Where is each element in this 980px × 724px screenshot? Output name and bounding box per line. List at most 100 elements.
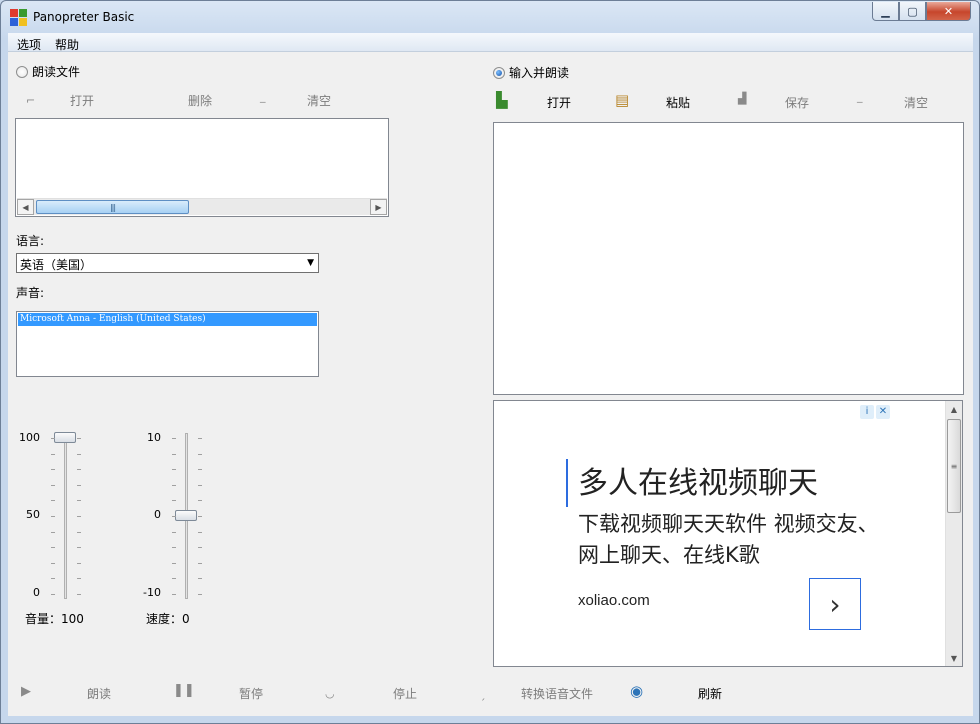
- ad-info-icon[interactable]: i: [860, 405, 874, 419]
- main-panel: 朗读文件 ⌐ 打开 删除 _ 清空 ◀ ||| ▶ 语言: 英语（美国） ▼ 声…: [8, 52, 973, 716]
- language-value: 英语（美国）: [20, 258, 93, 272]
- play-icon: ▶: [21, 684, 31, 699]
- clear-files-button[interactable]: 清空: [307, 92, 331, 109]
- voice-list[interactable]: Microsoft Anna - English (United States): [16, 311, 319, 377]
- slider-tick-mark: [198, 531, 202, 533]
- slider-tick-mark: [77, 531, 81, 533]
- text-input-area[interactable]: [493, 122, 964, 395]
- slider-tick-mark: [172, 500, 176, 502]
- advertisement[interactable]: i ✕ 多人在线视频聊天 下载视频聊天天软件 视频交友、网上聊天、在线K歌 xo…: [493, 400, 963, 667]
- input-read-radio[interactable]: 输入并朗读: [493, 64, 569, 81]
- close-button[interactable]: ✕: [926, 2, 971, 21]
- language-select[interactable]: 英语（美国） ▼: [16, 253, 319, 273]
- ad-accent-bar: [566, 459, 568, 507]
- app-icon: [10, 9, 27, 26]
- read-file-radio[interactable]: 朗读文件: [16, 63, 80, 80]
- slider-tick-mark: [172, 438, 176, 439]
- slider-tick-mark: [77, 500, 81, 502]
- window-title: Panopreter Basic: [33, 10, 135, 24]
- slider-tick-mark: [51, 469, 55, 471]
- ad-scroll-thumb[interactable]: ≡: [947, 419, 961, 513]
- speed-caption: 速度：0: [146, 612, 190, 626]
- stop-icon: ◡: [325, 687, 335, 700]
- slider-tick-mark: [172, 469, 176, 471]
- scroll-up-icon[interactable]: ▲: [946, 401, 962, 417]
- clear-icon: _: [260, 90, 266, 103]
- volume-slider-thumb[interactable]: [54, 432, 76, 443]
- open-file-button[interactable]: 打开: [70, 92, 94, 109]
- scroll-right-icon[interactable]: ▶: [370, 199, 387, 215]
- speed-tick-mid: 0: [154, 508, 161, 521]
- scroll-thumb[interactable]: |||: [36, 200, 189, 214]
- slider-tick-mark: [172, 453, 176, 455]
- convert-icon: ˏ: [480, 688, 486, 701]
- ad-title[interactable]: 多人在线视频聊天: [578, 458, 818, 502]
- input-read-label: 输入并朗读: [509, 66, 570, 80]
- slider-tick-mark: [198, 438, 202, 439]
- menu-options[interactable]: 选项: [17, 36, 41, 53]
- read-button[interactable]: 朗读: [87, 685, 111, 702]
- open-file-icon: ⌐: [26, 94, 36, 107]
- convert-audio-button[interactable]: 转换语音文件: [521, 685, 593, 702]
- voice-label: 声音:: [16, 286, 45, 300]
- read-file-label: 朗读文件: [32, 65, 81, 79]
- slider-tick-mark: [198, 469, 202, 471]
- pause-icon: ❚❚: [173, 683, 195, 698]
- stop-button[interactable]: 停止: [393, 685, 417, 702]
- file-list[interactable]: ◀ ||| ▶: [15, 118, 389, 217]
- volume-slider-track[interactable]: [64, 433, 67, 599]
- delete-button[interactable]: 删除: [188, 92, 212, 109]
- menu-bar: 选项 帮助: [8, 33, 973, 52]
- ad-url[interactable]: xoliao.com: [578, 592, 650, 609]
- file-list-scrollbar[interactable]: ◀ ||| ▶: [17, 198, 387, 215]
- scroll-left-icon[interactable]: ◀: [17, 199, 34, 215]
- slider-tick-mark: [172, 594, 176, 595]
- ad-close-icon[interactable]: ✕: [876, 405, 890, 419]
- slider-tick-mark: [77, 438, 81, 439]
- slider-tick-mark: [51, 594, 55, 595]
- dropdown-arrow-icon: ▼: [307, 258, 314, 268]
- speed-tick-max: 10: [147, 431, 161, 444]
- slider-tick-mark: [77, 469, 81, 471]
- volume-tick-min: 0: [33, 586, 40, 599]
- maximize-button[interactable]: ▢: [899, 2, 926, 21]
- slider-tick-mark: [198, 547, 202, 549]
- slider-tick-mark: [172, 547, 176, 549]
- save-button[interactable]: 保存: [785, 94, 809, 111]
- slider-tick-mark: [172, 531, 176, 533]
- slider-tick-mark: [51, 516, 55, 517]
- menu-help[interactable]: 帮助: [55, 36, 79, 53]
- slider-tick-mark: [51, 500, 55, 502]
- volume-caption: 音量：100: [25, 612, 84, 626]
- slider-tick-mark: [198, 500, 202, 502]
- slider-tick-mark: [51, 531, 55, 533]
- speed-slider-thumb[interactable]: [175, 510, 197, 521]
- title-bar[interactable]: Panopreter Basic ▁ ▢ ✕: [1, 1, 979, 33]
- ad-arrow-button[interactable]: ›: [809, 578, 861, 630]
- slider-tick-mark: [77, 562, 81, 564]
- ad-description[interactable]: 下载视频聊天天软件 视频交友、网上聊天、在线K歌: [578, 509, 898, 571]
- clear-text-icon: _: [857, 90, 863, 103]
- slider-tick-mark: [77, 547, 81, 549]
- new-doc-icon: ▙: [496, 91, 508, 109]
- ad-badge[interactable]: i ✕: [860, 405, 890, 419]
- slider-tick-mark: [198, 453, 202, 455]
- app-window: Panopreter Basic ▁ ▢ ✕ 选项 帮助 朗读文件 ⌐ 打开 删…: [0, 0, 980, 724]
- slider-tick-mark: [77, 484, 81, 486]
- open-text-button[interactable]: 打开: [547, 94, 571, 111]
- slider-tick-mark: [51, 438, 55, 439]
- scroll-down-icon[interactable]: ▼: [946, 650, 962, 666]
- ad-scrollbar[interactable]: ▲ ≡ ▼: [945, 401, 962, 666]
- slider-tick-mark: [51, 453, 55, 455]
- refresh-button[interactable]: 刷新: [698, 685, 722, 702]
- pause-button[interactable]: 暂停: [239, 685, 263, 702]
- paste-icon: ▤: [615, 91, 630, 109]
- slider-tick-mark: [51, 562, 55, 564]
- voice-item-selected[interactable]: Microsoft Anna - English (United States): [18, 313, 317, 326]
- clear-text-button[interactable]: 清空: [904, 94, 928, 111]
- minimize-button[interactable]: ▁: [872, 2, 899, 21]
- slider-tick-mark: [172, 578, 176, 580]
- slider-tick-mark: [198, 484, 202, 486]
- slider-tick-mark: [198, 516, 202, 517]
- paste-button[interactable]: 粘贴: [666, 94, 690, 111]
